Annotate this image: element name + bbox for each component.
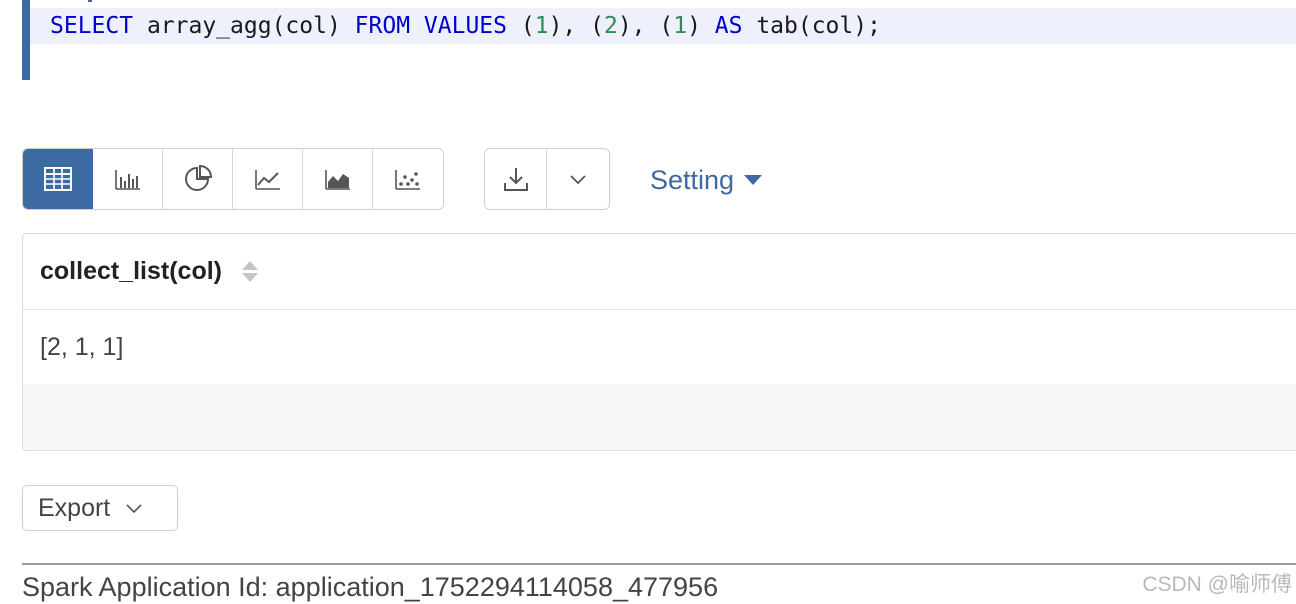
view-scatter-chart-button[interactable] (373, 149, 443, 209)
setting-label: Setting (650, 164, 735, 195)
code-token: 1 (534, 13, 549, 39)
watermark: CSDN @喻师傅 (1142, 573, 1292, 596)
code-token: ), ( (617, 13, 674, 39)
download-icon (503, 168, 528, 191)
prev-line-fragment (88, 0, 92, 2)
table-icon (43, 167, 72, 191)
line-chart-icon (254, 170, 280, 190)
chevron-down-icon (570, 175, 586, 185)
code-token: SELECT (50, 13, 134, 39)
code-token: tab(col); (742, 13, 881, 39)
view-table-button[interactable] (23, 149, 93, 209)
visualization-selector (22, 148, 444, 210)
download-options-button[interactable] (547, 149, 609, 209)
view-pie-chart-button[interactable] (163, 149, 233, 209)
table-row: [2, 1, 1] (23, 310, 1296, 384)
notebook-paragraph: SELECT array_agg(col) FROM VALUES (1), (… (0, 0, 1296, 604)
sort-icon[interactable] (242, 261, 258, 282)
code-token: AS (714, 13, 743, 39)
code-line[interactable]: SELECT array_agg(col) FROM VALUES (1), (… (30, 8, 1296, 44)
code-token: 1 (673, 13, 688, 39)
chevron-down-icon (126, 504, 142, 513)
view-line-chart-button[interactable] (233, 149, 303, 209)
table-footer (23, 384, 1296, 450)
export-label: Export (38, 493, 111, 522)
scatter-chart-icon (395, 170, 420, 190)
column-header: collect_list(col) (40, 257, 222, 285)
view-bar-chart-button[interactable] (93, 149, 163, 209)
table-header-row: collect_list(col) (23, 234, 1296, 310)
download-group (484, 148, 610, 210)
export-button[interactable]: Export (22, 485, 178, 531)
code-editor[interactable]: SELECT array_agg(col) FROM VALUES (1), (… (22, 0, 1296, 80)
result-table: collect_list(col) [2, 1, 1] (22, 233, 1296, 451)
caret-down-icon (744, 175, 763, 185)
pie-chart-icon (184, 165, 212, 191)
spark-application-id: Spark Application Id: application_175229… (22, 572, 719, 602)
code-token: array_agg(col) (133, 13, 355, 39)
code-token: 2 (603, 13, 618, 39)
code-token: VALUES (423, 13, 507, 39)
bar-chart-icon (114, 170, 140, 190)
code-token: ) (687, 13, 715, 39)
divider (22, 563, 1296, 565)
code-token: ( (507, 13, 535, 39)
code-token: FROM (354, 13, 411, 39)
setting-dropdown[interactable]: Setting (650, 160, 763, 200)
table-cell: [2, 1, 1] (40, 332, 124, 361)
area-chart-icon (324, 170, 350, 190)
code-token: ), ( (548, 13, 604, 39)
download-button[interactable] (485, 149, 547, 209)
view-area-chart-button[interactable] (303, 149, 373, 209)
